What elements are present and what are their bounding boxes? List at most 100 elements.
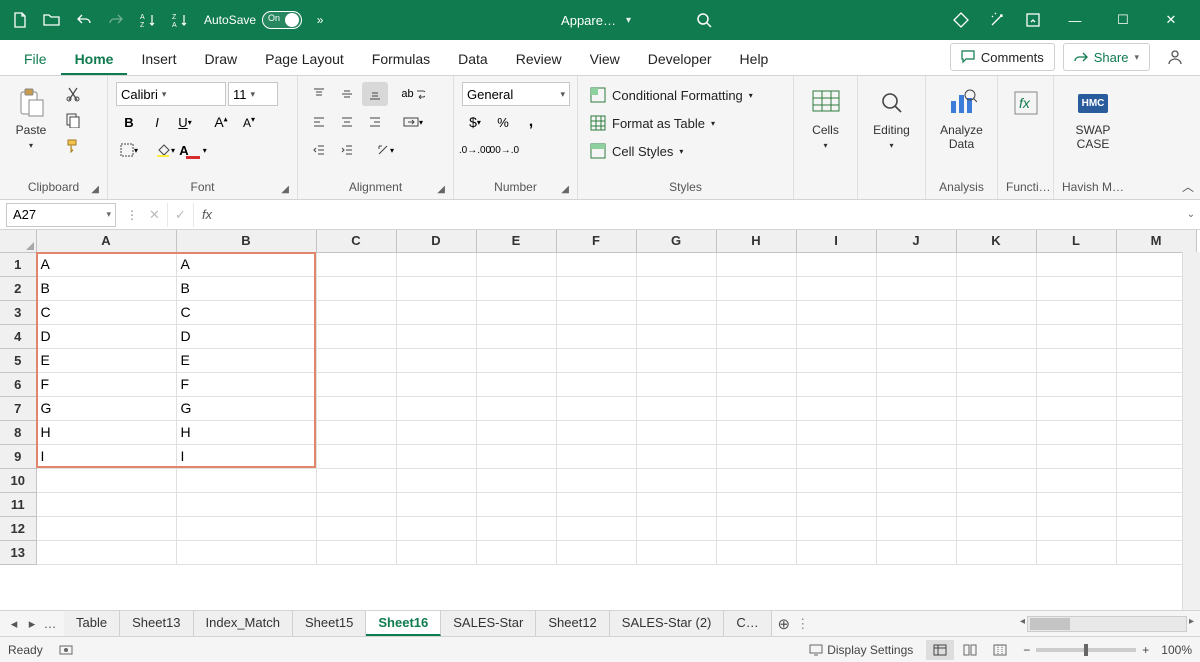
grid-cell[interactable] bbox=[876, 468, 956, 492]
grid-cell[interactable] bbox=[716, 468, 796, 492]
dialog-launcher-icon[interactable]: ◢ bbox=[561, 184, 569, 195]
grid-cell[interactable] bbox=[716, 324, 796, 348]
grid-cell[interactable] bbox=[36, 492, 176, 516]
row-header[interactable]: 12 bbox=[0, 516, 36, 540]
grid-cell[interactable] bbox=[796, 372, 876, 396]
grid-cell[interactable] bbox=[796, 396, 876, 420]
grid-cell[interactable] bbox=[956, 348, 1036, 372]
grid-cell[interactable] bbox=[636, 444, 716, 468]
align-center-icon[interactable] bbox=[334, 110, 360, 134]
paste-button[interactable]: Paste▾ bbox=[8, 82, 54, 156]
column-header[interactable]: E bbox=[476, 230, 556, 252]
analyze-data-button[interactable]: Analyze Data bbox=[934, 82, 989, 156]
sheet-tab[interactable]: Sheet16 bbox=[366, 611, 441, 636]
italic-button[interactable]: I bbox=[144, 110, 170, 134]
column-header[interactable]: K bbox=[956, 230, 1036, 252]
merge-center-icon[interactable]: ▾ bbox=[400, 110, 426, 134]
grid-cell[interactable] bbox=[556, 468, 636, 492]
grid-cell[interactable] bbox=[476, 324, 556, 348]
grid-cell[interactable] bbox=[956, 516, 1036, 540]
grid-cell[interactable] bbox=[636, 420, 716, 444]
grid-cell[interactable] bbox=[876, 300, 956, 324]
grid-cell[interactable] bbox=[556, 348, 636, 372]
grid-cell[interactable] bbox=[476, 396, 556, 420]
chevron-down-icon[interactable]: ▾ bbox=[626, 15, 631, 26]
grid-cell[interactable] bbox=[1036, 276, 1116, 300]
grid-cell[interactable] bbox=[636, 516, 716, 540]
grid-cell[interactable] bbox=[956, 300, 1036, 324]
grid-cell[interactable] bbox=[176, 540, 316, 564]
tab-page-layout[interactable]: Page Layout bbox=[251, 43, 358, 75]
sheet-tab[interactable]: SALES-Star (2) bbox=[610, 611, 725, 636]
collapse-ribbon-icon[interactable]: ︿ bbox=[1182, 178, 1194, 195]
redo-icon[interactable] bbox=[102, 6, 130, 34]
grid-cell[interactable] bbox=[636, 372, 716, 396]
tab-file[interactable]: File bbox=[10, 43, 61, 75]
grid-cell[interactable] bbox=[316, 468, 396, 492]
grid-cell[interactable] bbox=[956, 324, 1036, 348]
grid-cell[interactable] bbox=[796, 540, 876, 564]
grid-cell[interactable] bbox=[396, 252, 476, 276]
cell-styles-button[interactable]: Cell Styles▾ bbox=[586, 138, 687, 164]
grid-cell[interactable] bbox=[716, 348, 796, 372]
font-size-combo[interactable]: 11▾ bbox=[228, 82, 278, 106]
grid-cell[interactable] bbox=[956, 252, 1036, 276]
grid-cell[interactable] bbox=[876, 252, 956, 276]
grid-cell[interactable] bbox=[636, 300, 716, 324]
grid-cell[interactable] bbox=[636, 276, 716, 300]
grid-cell[interactable] bbox=[716, 276, 796, 300]
column-header[interactable]: F bbox=[556, 230, 636, 252]
align-bottom-icon[interactable] bbox=[362, 82, 388, 106]
grid-cell[interactable] bbox=[316, 420, 396, 444]
grid-cell[interactable] bbox=[876, 276, 956, 300]
grid-cell[interactable] bbox=[1036, 372, 1116, 396]
grid-cell[interactable] bbox=[876, 348, 956, 372]
grid-cell[interactable] bbox=[876, 516, 956, 540]
sheet-nav-menu-icon[interactable]: … bbox=[42, 616, 58, 632]
grid-cell[interactable] bbox=[956, 372, 1036, 396]
grid-cell[interactable] bbox=[176, 492, 316, 516]
column-header[interactable]: A bbox=[36, 230, 176, 252]
tab-formulas[interactable]: Formulas bbox=[358, 43, 444, 75]
grid-cell[interactable] bbox=[316, 516, 396, 540]
sheet-tab[interactable]: Table bbox=[64, 611, 120, 636]
percent-icon[interactable]: % bbox=[490, 110, 516, 134]
grow-font-icon[interactable]: A▴ bbox=[208, 110, 234, 134]
grid-cell[interactable] bbox=[316, 348, 396, 372]
grid-cell[interactable] bbox=[396, 300, 476, 324]
grid-cell[interactable] bbox=[176, 516, 316, 540]
autosave-toggle[interactable]: AutoSave On bbox=[204, 11, 302, 29]
increase-indent-icon[interactable] bbox=[334, 138, 360, 162]
grid-cell[interactable] bbox=[876, 420, 956, 444]
grid-cell[interactable] bbox=[1036, 468, 1116, 492]
swap-case-button[interactable]: HMCSWAP CASE bbox=[1062, 82, 1124, 156]
grid-cell[interactable] bbox=[556, 276, 636, 300]
grid-cell[interactable] bbox=[956, 468, 1036, 492]
row-header[interactable]: 2 bbox=[0, 276, 36, 300]
grid-cell[interactable] bbox=[396, 540, 476, 564]
grid-cell[interactable]: G bbox=[36, 396, 176, 420]
document-name[interactable]: Appare… bbox=[561, 13, 616, 28]
grid-cell[interactable] bbox=[716, 516, 796, 540]
grid-cell[interactable]: F bbox=[36, 372, 176, 396]
grid-cell[interactable] bbox=[1036, 324, 1116, 348]
grid-cell[interactable] bbox=[316, 396, 396, 420]
grid-cell[interactable] bbox=[796, 324, 876, 348]
sort-desc-icon[interactable]: ZA bbox=[166, 6, 194, 34]
grid-cell[interactable] bbox=[956, 396, 1036, 420]
number-format-combo[interactable]: General▾ bbox=[462, 82, 570, 106]
grid-cell[interactable] bbox=[956, 492, 1036, 516]
display-settings-button[interactable]: Display Settings bbox=[809, 643, 913, 657]
tab-help[interactable]: Help bbox=[726, 43, 783, 75]
maximize-button[interactable]: ☐ bbox=[1100, 0, 1146, 40]
grid-cell[interactable] bbox=[1036, 540, 1116, 564]
share-button[interactable]: Share▾ bbox=[1063, 43, 1150, 71]
shrink-font-icon[interactable]: A▾ bbox=[236, 110, 262, 134]
grid-cell[interactable] bbox=[556, 300, 636, 324]
align-right-icon[interactable] bbox=[362, 110, 388, 134]
grid-cell[interactable] bbox=[476, 300, 556, 324]
grid-cell[interactable] bbox=[716, 252, 796, 276]
formula-input[interactable] bbox=[220, 203, 1182, 227]
zoom-in-button[interactable]: + bbox=[1142, 643, 1149, 657]
grid-cell[interactable] bbox=[1036, 444, 1116, 468]
